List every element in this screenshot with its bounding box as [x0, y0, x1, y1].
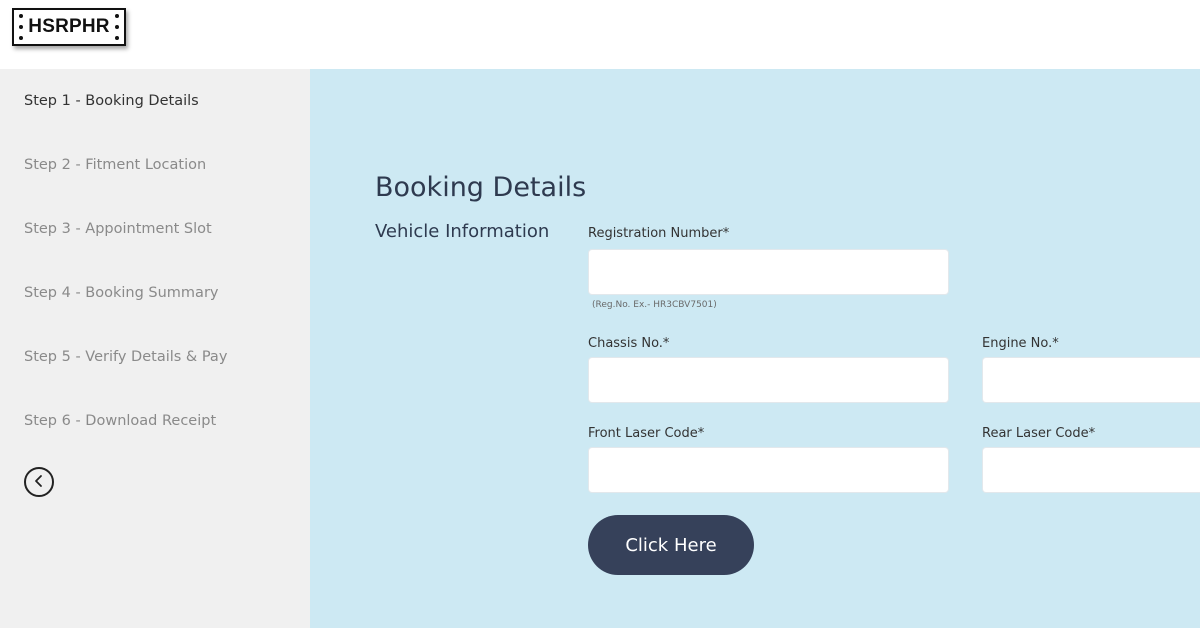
header: HSRPHR: [0, 0, 1200, 69]
rear-laser-input[interactable]: [982, 447, 1200, 493]
main-panel: Booking Details Vehicle Information Regi…: [310, 69, 1200, 628]
chevron-left-icon: [32, 473, 46, 492]
sidebar: Step 1 - Booking Details Step 2 - Fitmen…: [0, 69, 310, 628]
logo-text: HSRPHR: [28, 16, 110, 37]
engine-input[interactable]: [982, 357, 1200, 403]
sidebar-step-download-receipt[interactable]: Step 6 - Download Receipt: [24, 413, 216, 429]
click-here-button[interactable]: Click Here: [588, 515, 754, 575]
rear-laser-label: Rear Laser Code*: [982, 426, 1096, 441]
sidebar-step-verify-pay[interactable]: Step 5 - Verify Details & Pay: [24, 349, 227, 365]
registration-label: Registration Number*: [588, 226, 730, 241]
chassis-label: Chassis No.*: [588, 336, 670, 351]
engine-label: Engine No.*: [982, 336, 1059, 351]
chassis-input[interactable]: [588, 357, 949, 403]
sidebar-step-appointment-slot[interactable]: Step 3 - Appointment Slot: [24, 221, 212, 237]
logo[interactable]: HSRPHR: [12, 8, 126, 46]
registration-hint: (Reg.No. Ex.- HR3CBV7501): [592, 300, 717, 310]
sidebar-step-booking-details[interactable]: Step 1 - Booking Details: [24, 93, 199, 109]
page-title: Booking Details: [375, 172, 587, 203]
front-laser-input[interactable]: [588, 447, 949, 493]
sidebar-step-booking-summary[interactable]: Step 4 - Booking Summary: [24, 285, 219, 301]
section-title: Vehicle Information: [375, 221, 550, 242]
back-button[interactable]: [24, 467, 54, 497]
front-laser-label: Front Laser Code*: [588, 426, 705, 441]
registration-input[interactable]: [588, 249, 949, 295]
sidebar-step-fitment-location[interactable]: Step 2 - Fitment Location: [24, 157, 206, 173]
